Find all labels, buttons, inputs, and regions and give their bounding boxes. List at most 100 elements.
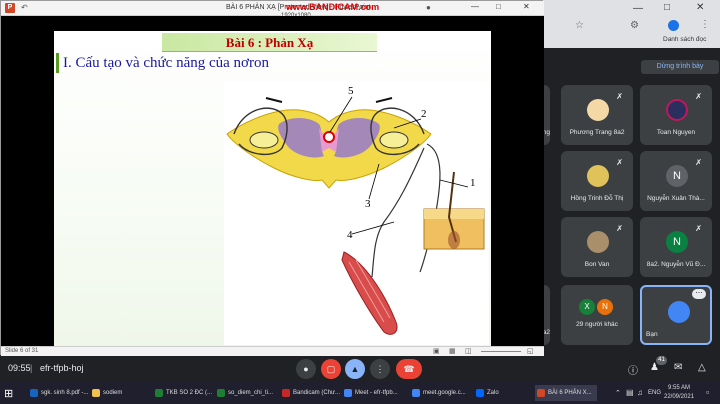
participant-name: 8a2. Nguyễn Vũ Đ...	[646, 261, 706, 268]
more-options-icon[interactable]: ⋯	[692, 289, 706, 299]
meet-panel: Dừng trình bày ng 3a2 ✗ Phương Trang 8a2…	[533, 48, 720, 356]
avatar	[666, 99, 688, 121]
powerpoint-statusbar: Slide 6 of 31 ▣ ▦ ◫ ◱	[1, 346, 544, 356]
close-icon[interactable]: ✕	[523, 2, 530, 11]
clock-date[interactable]: 22/09/2021	[664, 394, 694, 400]
participant-name: Bạn	[646, 331, 658, 338]
taskbar-item[interactable]: sgk. sinh 8.pdf -...	[28, 385, 88, 401]
activities-icon[interactable]: △	[698, 362, 706, 373]
participant-tile[interactable]: N ✗ Nguyễn Xuân Thà...	[640, 151, 712, 211]
more-options-button[interactable]: ⋮	[370, 359, 390, 379]
reading-view-icon[interactable]: ◫	[465, 347, 472, 355]
microphone-button[interactable]: ●	[296, 359, 316, 379]
tray-up-icon[interactable]: ⌃	[615, 389, 621, 397]
participant-name: Toan Nguyen	[656, 129, 696, 136]
bandicam-watermark: www.BANDICAM.com	[286, 2, 380, 12]
separator: |	[30, 363, 33, 373]
volume-icon[interactable]: ♫	[637, 388, 643, 397]
taskbar-item[interactable]: Meet - efr-tfpb...	[342, 385, 398, 401]
zoom-slider[interactable]	[481, 351, 521, 352]
maximize-icon[interactable]: □	[496, 2, 501, 11]
avatar: N	[666, 165, 688, 187]
powerpoint-icon: P	[5, 3, 15, 13]
slide-heading: I. Cấu tạo và chức năng của nơron	[56, 53, 488, 73]
meeting-code: efr-tfpb-hoj	[40, 363, 84, 373]
meet-toolbar: 09:55 | efr-tfpb-hoj ● ▢ ▲ ⋮ ☎ ⓘ ♟ 41 ✉ …	[0, 356, 720, 382]
avatar: N	[597, 299, 613, 315]
taskbar-item[interactable]: meet.google.c...	[410, 385, 466, 401]
taskbar-item[interactable]: sodiem	[90, 385, 122, 401]
mic-off-icon: ✗	[695, 158, 702, 167]
participant-tile[interactable]: ✗ Phương Trang 8a2	[561, 85, 633, 145]
participant-tile[interactable]: ✗ Toan Nguyen	[640, 85, 712, 145]
camera-button[interactable]: ▢	[321, 359, 341, 379]
participant-tile[interactable]: ✗ Hồng Trinh Đỗ Thị	[561, 151, 633, 211]
participant-name: Hồng Trinh Đỗ Thị	[570, 195, 624, 202]
close-icon[interactable]: ✕	[696, 2, 704, 13]
avatar	[587, 231, 609, 253]
meeting-time: 09:55	[8, 363, 31, 373]
clock-time[interactable]: 9:55 AM	[668, 385, 690, 391]
powerpoint-window: P ↶ BÀI 6 PHẢN XẠ [Protected View] - Pow…	[0, 0, 544, 361]
others-count: 29 người khác	[576, 321, 618, 328]
camera-icon[interactable]: ●	[426, 3, 431, 12]
undo-icon[interactable]: ↶	[21, 3, 28, 12]
fit-slide-icon[interactable]: ◱	[527, 347, 534, 355]
slide-indicator: Slide 6 of 31	[5, 348, 39, 354]
avatar	[668, 301, 690, 323]
figure-label-1: 1	[470, 177, 476, 189]
participant-name: Bon Van	[584, 261, 610, 268]
slide-title: Bài 6 : Phản Xạ	[225, 35, 314, 50]
language-indicator[interactable]: ENG	[648, 390, 661, 396]
self-tile[interactable]: ⋯ Bạn	[640, 285, 712, 345]
minimize-icon[interactable]: —	[471, 2, 479, 11]
taskbar: ⊞ sgk. sinh 8.pdf -... sodiem TKB SO 2 Đ…	[0, 382, 720, 404]
mic-off-icon: ✗	[616, 92, 623, 101]
profile-icon[interactable]	[668, 20, 679, 31]
mic-off-icon: ✗	[695, 92, 702, 101]
normal-view-icon[interactable]: ▣	[433, 347, 440, 355]
reflex-arc-figure: 5 2 1 3 4	[224, 82, 489, 345]
info-icon[interactable]: ⓘ	[628, 362, 638, 377]
powerpoint-titlebar: P ↶ BÀI 6 PHẢN XẠ [Protected View] - Pow…	[1, 1, 544, 19]
star-icon[interactable]: ☆	[575, 20, 584, 31]
present-now-button[interactable]: ▲	[345, 359, 365, 379]
maximize-icon[interactable]: □	[664, 2, 670, 13]
puzzle-icon[interactable]: ⚙	[630, 20, 639, 31]
taskbar-item-active[interactable]: BÀI 6 PHẢN X...	[535, 385, 597, 401]
slide-sorter-icon[interactable]: ▦	[449, 347, 456, 355]
camera-off-icon: ▢	[326, 364, 336, 374]
others-tile[interactable]: X N 29 người khác	[561, 285, 633, 345]
present-icon: ▲	[350, 364, 360, 374]
taskbar-item[interactable]: Zalo	[474, 385, 499, 401]
present-button[interactable]: Dừng trình bày	[641, 60, 719, 74]
slide: Bài 6 : Phản Xạ I. Cấu tạo và chức năng …	[54, 31, 491, 361]
mic-off-icon: ✗	[695, 224, 702, 233]
phone-hangup-icon: ☎	[403, 364, 415, 374]
avatar	[587, 99, 609, 121]
mic-off-icon: ✗	[616, 224, 623, 233]
notification-icon[interactable]: ▫	[706, 387, 709, 397]
figure-label-2: 2	[421, 108, 427, 120]
figure-label-5: 5	[348, 85, 354, 97]
mic-icon: ●	[303, 364, 309, 374]
minimize-icon[interactable]: —	[633, 3, 643, 14]
windows-start-icon[interactable]: ⊞	[4, 387, 13, 400]
menu-icon[interactable]: ⋮	[700, 19, 710, 30]
reading-list-button[interactable]: Danh sách đọc	[663, 36, 706, 43]
reflex-arc-drawing: 5 2 1 3 4	[226, 85, 485, 335]
participant-count-badge: 41	[656, 356, 667, 365]
slide-stage: Bài 6 : Phản Xạ I. Cấu tạo và chức năng …	[1, 16, 544, 361]
network-icon[interactable]: ▤	[626, 388, 634, 397]
figure-label-3: 3	[365, 198, 371, 210]
participant-name: Nguyễn Xuân Thà...	[647, 195, 705, 202]
taskbar-item[interactable]: TKB SO 2 ĐC (...	[153, 385, 212, 401]
chat-icon[interactable]: ✉	[674, 362, 682, 373]
participant-tile[interactable]: N ✗ 8a2. Nguyễn Vũ Đ...	[640, 217, 712, 277]
leave-call-button[interactable]: ☎	[396, 359, 422, 379]
taskbar-item[interactable]: Bandicam (Chư...	[280, 385, 340, 401]
participant-tile[interactable]: ✗ Bon Van	[561, 217, 633, 277]
mic-off-icon: ✗	[616, 158, 623, 167]
taskbar-item[interactable]: so_diem_chi_ti...	[215, 385, 273, 401]
more-vert-icon: ⋮	[375, 364, 385, 374]
